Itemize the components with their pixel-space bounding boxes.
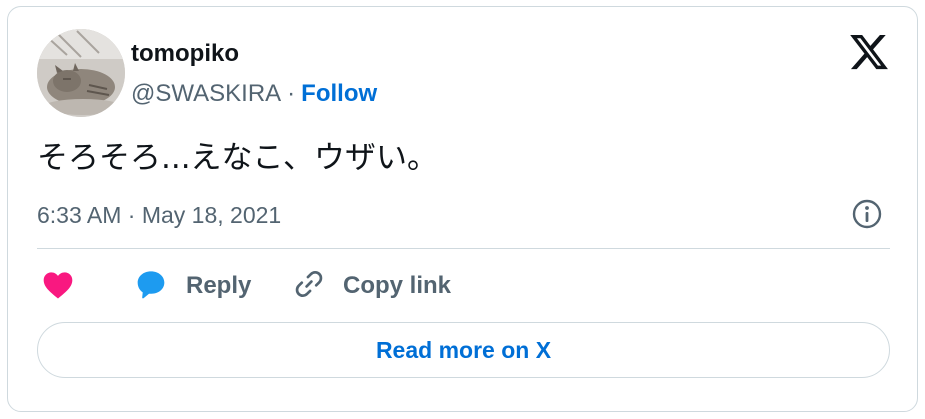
speech-bubble-icon [134, 268, 168, 305]
like-button[interactable] [41, 269, 75, 303]
copy-link-label: Copy link [343, 272, 452, 299]
copy-link-button[interactable]: Copy link [293, 269, 451, 303]
avatar[interactable] [37, 29, 125, 117]
cat-photo-avatar [37, 29, 125, 117]
divider [37, 248, 890, 249]
separator-dot: · [287, 80, 296, 107]
heart-icon [41, 269, 75, 304]
tweet-text: そろそろ...えなこ、ウザい。 [37, 140, 438, 176]
author-display-name[interactable]: tomopiko [131, 39, 239, 69]
tweet-timestamp[interactable]: 6:33 AM · May 18, 2021 [37, 200, 281, 230]
x-logo-icon[interactable] [848, 31, 890, 73]
author-handle-row: @SWASKIRA · Follow [131, 79, 377, 109]
reply-button[interactable]: Reply [134, 269, 251, 303]
author-handle[interactable]: @SWASKIRA [131, 80, 281, 107]
link-icon [293, 268, 325, 305]
info-icon[interactable] [851, 198, 883, 230]
read-more-button[interactable]: Read more on X [37, 322, 890, 378]
tweet-card: tomopiko @SWASKIRA · Follow そろそろ...えなこ、ウザい… [7, 6, 918, 412]
reply-label: Reply [186, 272, 252, 299]
follow-button[interactable]: Follow [301, 80, 377, 107]
